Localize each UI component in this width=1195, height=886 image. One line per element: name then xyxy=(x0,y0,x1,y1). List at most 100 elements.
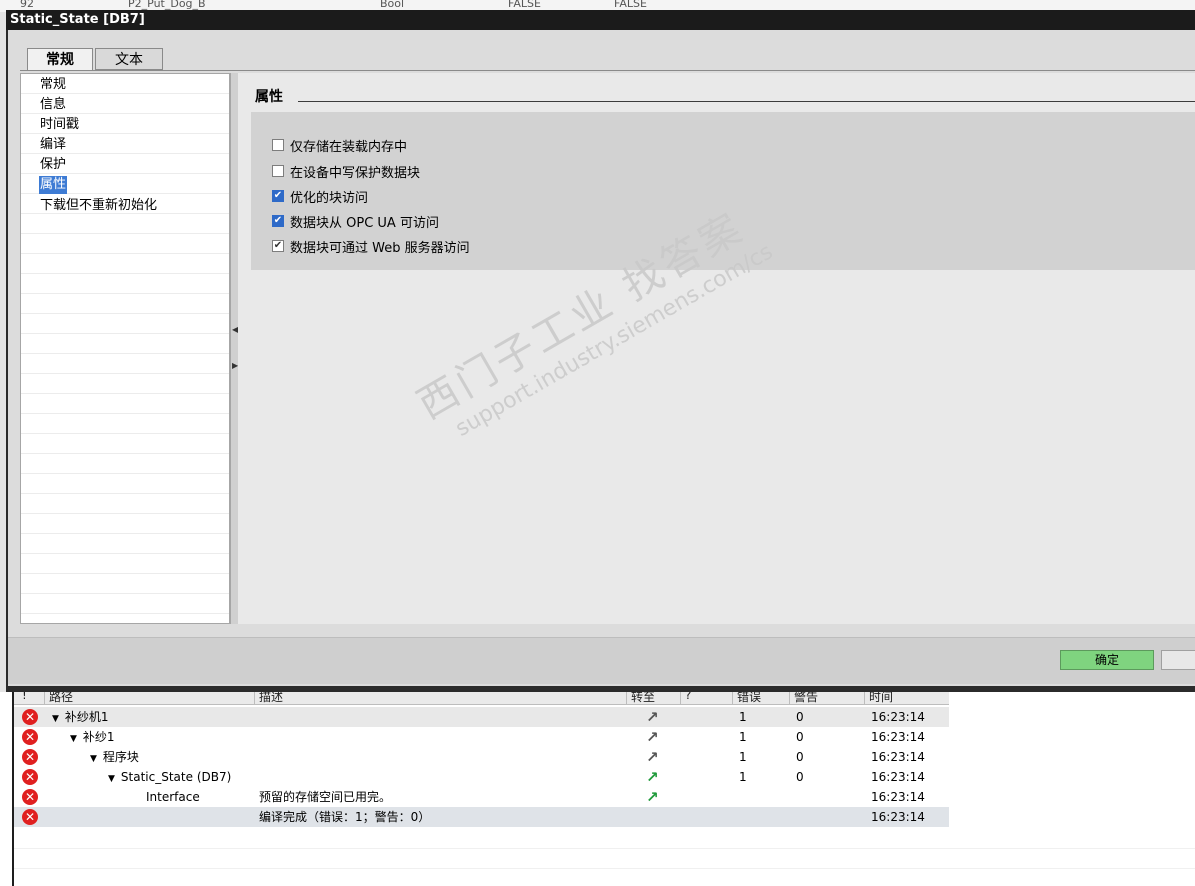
expand-triangle-icon[interactable]: ▼ xyxy=(52,714,59,724)
section-title: 属性 xyxy=(255,89,283,105)
dialog-title[interactable]: Static_State [DB7] xyxy=(6,10,1195,30)
header-separator xyxy=(254,692,255,704)
bg-row-type: Bool xyxy=(380,0,405,10)
tab-text[interactable]: 文本 xyxy=(95,48,163,70)
warnings-cell: 0 xyxy=(796,770,804,784)
description-cell: 编译完成（错误：1；警告：0） xyxy=(259,810,431,824)
path-cell: ▼ 补纱1 xyxy=(70,727,115,747)
header-separator xyxy=(864,692,865,704)
bg-row-default: FALSE xyxy=(508,0,541,10)
path-cell: ▼ 补纱机1 xyxy=(52,707,109,727)
table-row[interactable]: ✕ ▼ Static_State (DB7) ↗ 1 0 16:23:14 xyxy=(14,767,949,787)
table-row[interactable]: ✕ Interface 预留的存储空间已用完。 ↗ 16:23:14 xyxy=(14,787,949,807)
header-severity[interactable]: ! xyxy=(22,692,27,702)
bg-row-name: P2_Put_Dog_B xyxy=(128,0,206,10)
time-cell: 16:23:14 xyxy=(871,790,925,804)
path-cell: ▼ 程序块 xyxy=(90,747,139,767)
option-optimized-access[interactable]: ✔ 优化的块访问 xyxy=(272,187,369,206)
header-separator xyxy=(44,692,45,704)
table-header: ! 路径 描述 转至 ? 错误 警告 时间 xyxy=(14,692,949,705)
description-cell: 预留的存储空间已用完。 xyxy=(259,790,392,804)
goto-arrow-icon[interactable]: ↗ xyxy=(646,727,660,747)
error-icon: ✕ xyxy=(22,729,38,745)
expand-triangle-icon[interactable]: ▼ xyxy=(70,734,77,744)
checkbox-checked-icon[interactable]: ✔ xyxy=(272,190,284,202)
checkbox-checked-icon[interactable]: ✔ xyxy=(272,215,284,227)
table-row[interactable]: ✕ ▼ 补纱1 ↗ 1 0 16:23:14 xyxy=(14,727,949,747)
section-rule xyxy=(298,101,1195,102)
header-question[interactable]: ? xyxy=(685,692,691,702)
path-text: Interface xyxy=(146,790,200,804)
time-cell: 16:23:14 xyxy=(871,750,925,764)
option-opc-ua-access[interactable]: ✔ 数据块从 OPC UA 可访问 xyxy=(272,212,439,231)
errors-cell: 1 xyxy=(739,710,747,724)
path-text: Static_State (DB7) xyxy=(120,770,232,784)
header-separator xyxy=(626,692,627,704)
checkbox-icon[interactable] xyxy=(272,139,284,151)
nav-item-info[interactable]: 信息 xyxy=(39,96,67,114)
header-separator xyxy=(732,692,733,704)
header-separator xyxy=(789,692,790,704)
warnings-cell: 0 xyxy=(796,730,804,744)
goto-arrow-icon[interactable]: ↗ xyxy=(646,747,660,767)
path-text: 补纱机1 xyxy=(64,710,109,724)
row-divider xyxy=(14,848,1195,849)
tab-general[interactable]: 常规 xyxy=(27,48,93,71)
bg-row-start: FALSE xyxy=(614,0,647,10)
expand-triangle-icon[interactable]: ▼ xyxy=(90,754,97,764)
path-text: 程序块 xyxy=(102,750,139,764)
option-label: 仅存储在装载内存中 xyxy=(290,139,408,155)
time-cell: 16:23:14 xyxy=(871,710,925,724)
nav-item-attributes[interactable]: 属性 xyxy=(39,176,68,194)
option-write-protect[interactable]: 在设备中写保护数据块 xyxy=(272,162,421,181)
goto-arrow-icon[interactable]: ↗ xyxy=(646,767,660,787)
nav-splitter[interactable]: ◀ ▶ xyxy=(230,73,238,624)
nav-item-general[interactable]: 常规 xyxy=(39,76,67,94)
error-icon: ✕ xyxy=(22,809,38,825)
cancel-button[interactable] xyxy=(1161,650,1195,670)
path-text: 补纱1 xyxy=(82,730,115,744)
header-goto[interactable]: 转至 xyxy=(631,692,655,704)
table-row[interactable]: ✕ ▼ 程序块 ↗ 1 0 16:23:14 xyxy=(14,747,949,767)
goto-arrow-icon[interactable]: ↗ xyxy=(646,787,660,807)
warnings-cell: 0 xyxy=(796,750,804,764)
warnings-cell: 0 xyxy=(796,710,804,724)
time-cell: 16:23:14 xyxy=(871,730,925,744)
option-label: 优化的块访问 xyxy=(290,190,369,206)
checkbox-icon[interactable] xyxy=(272,165,284,177)
time-cell: 16:23:14 xyxy=(871,810,925,824)
table-row[interactable]: ✕ ▼ 补纱机1 ↗ 1 0 16:23:14 xyxy=(14,707,949,727)
tab-divider xyxy=(20,70,1195,71)
ok-button[interactable]: 确定 xyxy=(1060,650,1154,670)
bg-row-number: 92 xyxy=(20,0,34,10)
expand-triangle-icon[interactable]: ▼ xyxy=(108,774,115,784)
header-errors[interactable]: 错误 xyxy=(737,692,761,704)
path-cell: ▼ Static_State (DB7) xyxy=(108,767,231,787)
nav-item-protection[interactable]: 保护 xyxy=(39,156,67,174)
row-divider xyxy=(14,868,1195,869)
error-icon: ✕ xyxy=(22,749,38,765)
errors-cell: 1 xyxy=(739,750,747,764)
option-label: 数据块从 OPC UA 可访问 xyxy=(290,215,439,231)
goto-arrow-icon[interactable]: ↗ xyxy=(646,707,660,727)
error-icon: ✕ xyxy=(22,709,38,725)
header-time[interactable]: 时间 xyxy=(869,692,893,704)
header-warnings[interactable]: 警告 xyxy=(794,692,818,704)
error-icon: ✕ xyxy=(22,769,38,785)
errors-cell: 1 xyxy=(739,770,747,784)
header-separator xyxy=(680,692,681,704)
time-cell: 16:23:14 xyxy=(871,770,925,784)
error-icon: ✕ xyxy=(22,789,38,805)
nav-item-compile[interactable]: 编译 xyxy=(39,136,67,154)
nav-item-download-no-reinit[interactable]: 下载但不重新初始化 xyxy=(39,197,158,215)
dialog-button-bar xyxy=(8,637,1195,684)
option-web-server-access[interactable]: ✔ 数据块可通过 Web 服务器访问 xyxy=(272,237,470,256)
header-path[interactable]: 路径 xyxy=(49,692,73,704)
nav-item-timestamp[interactable]: 时间戳 xyxy=(39,116,80,134)
option-load-memory-only[interactable]: 仅存储在装载内存中 xyxy=(272,136,408,155)
table-row[interactable]: ✕ 编译完成（错误：1；警告：0） 16:23:14 xyxy=(14,807,949,827)
errors-cell: 1 xyxy=(739,730,747,744)
header-description[interactable]: 描述 xyxy=(259,692,283,704)
option-label: 在设备中写保护数据块 xyxy=(290,165,421,181)
checkbox-checked-icon[interactable]: ✔ xyxy=(272,240,284,252)
